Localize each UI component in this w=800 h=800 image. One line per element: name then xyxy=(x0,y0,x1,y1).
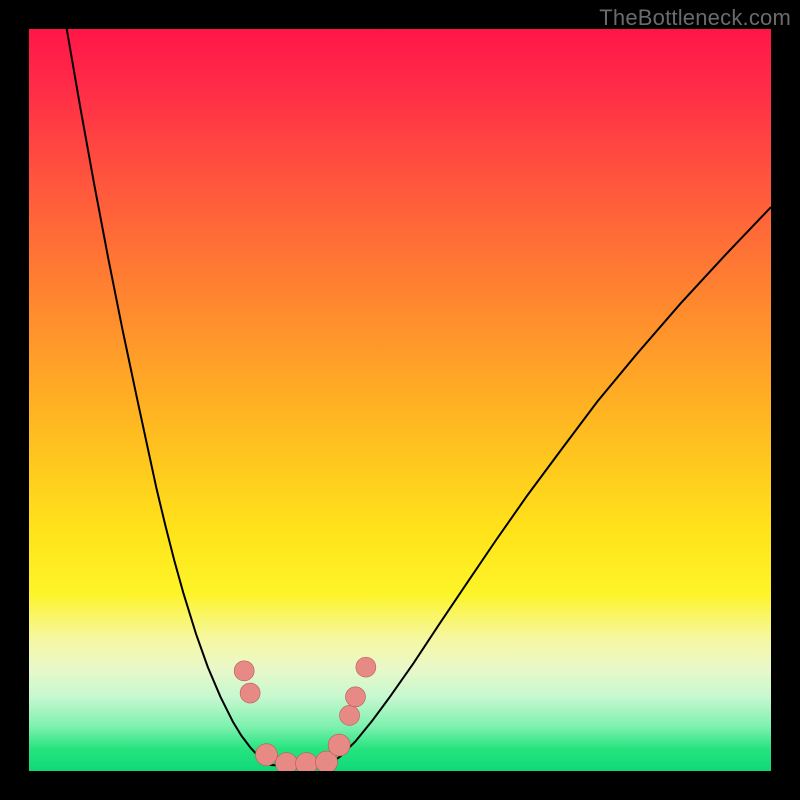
curve-left xyxy=(66,29,270,765)
curve-right xyxy=(329,207,771,765)
chart-plot xyxy=(29,29,771,771)
chart-frame xyxy=(29,29,771,771)
data-marker xyxy=(234,661,254,681)
data-marker xyxy=(345,687,365,707)
data-marker xyxy=(240,683,260,703)
data-marker xyxy=(328,734,350,756)
marker-group xyxy=(234,657,376,771)
data-marker xyxy=(255,744,277,766)
data-marker xyxy=(340,705,360,725)
data-marker xyxy=(356,657,376,677)
data-marker xyxy=(296,753,318,771)
data-marker xyxy=(275,753,297,771)
watermark-text: TheBottleneck.com xyxy=(599,5,791,31)
